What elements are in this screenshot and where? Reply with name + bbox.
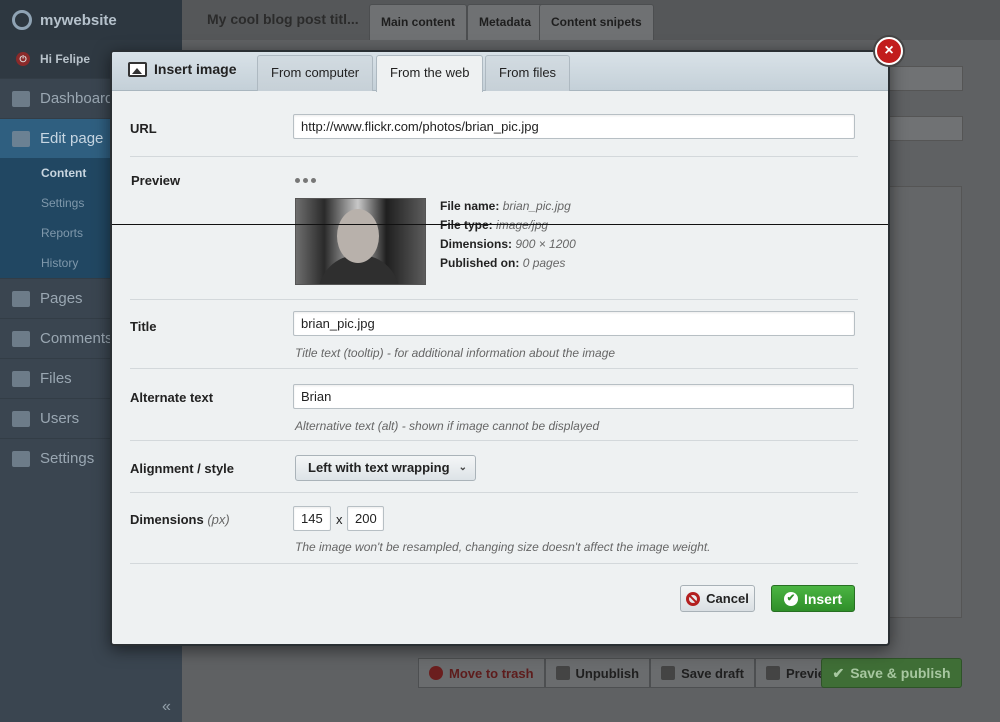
sidebar-item-label: Pages	[40, 290, 83, 307]
collapse-sidebar-icon[interactable]: «	[162, 698, 171, 716]
alt-text-hint: Alternative text (alt) - shown if image …	[295, 419, 600, 433]
file-name-label: File name:	[440, 199, 500, 213]
image-icon	[128, 61, 147, 77]
published-value: 0 pages	[522, 256, 566, 270]
user-greeting-text: Hi Felipe	[40, 52, 91, 66]
save-publish-button[interactable]: ✔ Save & publish	[821, 658, 962, 688]
title-hint: Title text (tooltip) - for additional in…	[295, 346, 616, 360]
save-draft-button[interactable]: Save draft	[650, 658, 755, 688]
chevron-down-icon: ⌄	[458, 462, 467, 473]
sitemap-icon	[12, 290, 30, 307]
tab-from-computer[interactable]: From computer	[257, 55, 374, 91]
tab-from-the-web[interactable]: From the web	[376, 55, 484, 92]
divider	[130, 299, 858, 300]
guide-line	[112, 224, 888, 225]
check-icon: ✔	[783, 591, 798, 606]
editor-panel	[889, 186, 962, 618]
page-actions: Move to trash Unpublish Save draft Previ…	[418, 658, 847, 688]
width-input[interactable]: 145	[293, 506, 331, 531]
dialog-title-text: Insert image	[154, 61, 237, 77]
close-dialog-button[interactable]: ×	[875, 37, 903, 65]
alignment-select[interactable]: Left with text wrapping ⌄	[295, 455, 476, 481]
insert-image-dialog: Insert image From computer From the web …	[110, 50, 890, 646]
cancel-label: Cancel	[706, 591, 749, 606]
height-input[interactable]: 200	[347, 506, 384, 531]
dimensions-separator: x	[336, 512, 343, 527]
title-input[interactable]: brian_pic.jpg	[293, 311, 855, 336]
binoculars-icon	[765, 666, 780, 680]
sidebar-item-label: Settings	[40, 450, 95, 467]
insert-label: Insert	[803, 590, 843, 607]
divider	[130, 492, 858, 493]
gear-icon	[12, 450, 30, 467]
alignment-label: Alignment / style	[130, 461, 235, 476]
file-type-label: File type:	[440, 218, 493, 232]
dimensions-info-label: Dimensions:	[440, 237, 513, 251]
divider	[130, 563, 858, 564]
sidebar-item-label: Dashboard	[40, 90, 114, 107]
tab-metadata[interactable]: Metadata	[467, 4, 544, 40]
dimensions-label: Dimensions (px)	[130, 512, 230, 527]
alignment-value: Left with text wrapping	[308, 460, 450, 475]
cancel-button[interactable]: Cancel	[680, 585, 755, 612]
image-icon	[12, 370, 30, 387]
cancel-icon	[686, 591, 701, 606]
check-icon: ✔	[832, 664, 845, 681]
unpublish-label: Unpublish	[575, 665, 640, 681]
file-info: File name: brian_pic.jpg File type: imag…	[440, 197, 576, 273]
divider	[130, 440, 858, 441]
tab-content-snipets[interactable]: Content snipets	[539, 4, 654, 40]
alt-text-label: Alternate text	[130, 390, 214, 405]
background-field	[889, 66, 963, 91]
dialog-header: Insert image From computer From the web …	[112, 52, 888, 92]
url-input[interactable]: http://www.flickr.com/photos/brian_pic.j…	[293, 114, 855, 139]
brand-name: mywebsite	[40, 11, 117, 29]
dimensions-info-value: 900 × 1200	[515, 237, 576, 251]
divider	[130, 368, 858, 369]
file-name-value: brian_pic.jpg	[502, 199, 571, 213]
page-title: My cool blog post titl...	[207, 11, 359, 27]
comment-icon	[12, 330, 30, 347]
home-icon	[12, 90, 30, 107]
divider	[130, 156, 858, 157]
dimensions-hint: The image won't be resampled, changing s…	[295, 540, 711, 554]
sidebar-item-label: Comments	[40, 330, 113, 347]
logo-icon	[12, 10, 32, 30]
file-type-value: image/jpg	[496, 218, 549, 232]
save-draft-label: Save draft	[681, 665, 744, 681]
title-label: Title	[130, 319, 157, 334]
pencil-icon	[12, 130, 30, 147]
dimensions-label-text: Dimensions	[130, 512, 204, 527]
preview-label: Preview	[131, 173, 181, 188]
power-icon[interactable]: ⏻	[16, 52, 30, 66]
move-to-trash-label: Move to trash	[449, 665, 534, 681]
unpublish-button[interactable]: Unpublish	[544, 658, 651, 688]
url-label: URL	[130, 121, 157, 136]
move-to-trash-button[interactable]: Move to trash	[418, 658, 545, 688]
alt-text-input[interactable]: Brian	[293, 384, 854, 409]
tab-from-files[interactable]: From files	[485, 55, 571, 91]
save-publish-label: Save & publish	[850, 665, 951, 681]
unpublish-icon	[555, 666, 570, 680]
users-icon	[12, 410, 30, 427]
published-label: Published on:	[440, 256, 520, 270]
image-preview	[295, 198, 426, 285]
background-field	[889, 116, 963, 141]
sidebar-item-label: Users	[40, 410, 80, 427]
more-options-icon[interactable]	[295, 178, 316, 183]
brand: mywebsite	[0, 0, 182, 40]
dialog-title: Insert image	[128, 61, 236, 77]
dimensions-unit: (px)	[207, 512, 230, 527]
document-icon	[661, 666, 676, 680]
tab-main-content[interactable]: Main content	[369, 4, 467, 40]
sidebar-item-label: Edit page	[40, 130, 104, 147]
insert-button[interactable]: ✔ Insert	[771, 585, 855, 612]
sidebar-item-label: Files	[40, 370, 72, 387]
trash-icon	[429, 666, 443, 680]
